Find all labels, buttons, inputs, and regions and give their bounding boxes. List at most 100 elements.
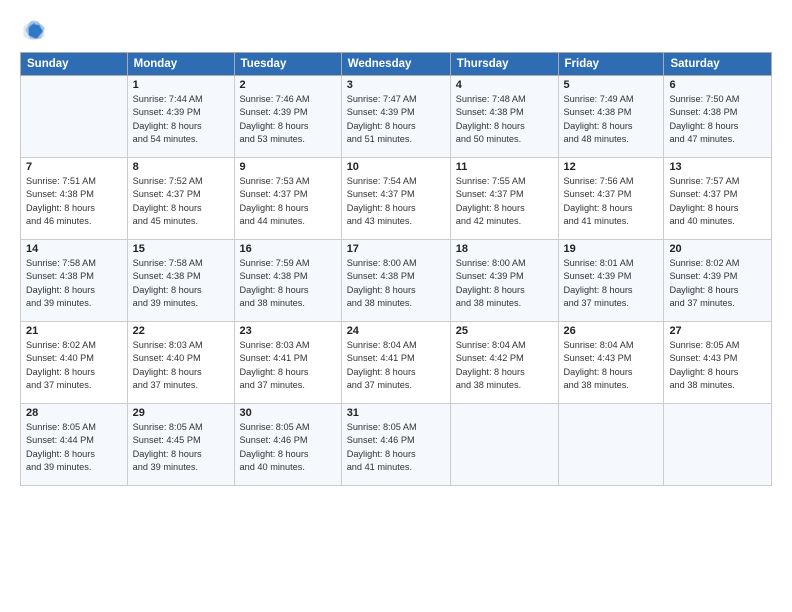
- sunset-text: Sunset: 4:37 PM: [240, 189, 308, 199]
- sunrise-text: Sunrise: 7:47 AM: [347, 94, 417, 104]
- sunrise-text: Sunrise: 7:51 AM: [26, 176, 96, 186]
- sunset-text: Sunset: 4:43 PM: [669, 353, 737, 363]
- daylight-text: Daylight: 8 hoursand 37 minutes.: [347, 367, 416, 390]
- sunset-text: Sunset: 4:37 PM: [133, 189, 201, 199]
- day-info: Sunrise: 8:05 AMSunset: 4:46 PMDaylight:…: [240, 421, 336, 474]
- week-row-3: 14Sunrise: 7:58 AMSunset: 4:38 PMDayligh…: [21, 240, 772, 322]
- weekday-header-friday: Friday: [558, 53, 664, 76]
- week-row-5: 28Sunrise: 8:05 AMSunset: 4:44 PMDayligh…: [21, 404, 772, 486]
- day-number: 2: [240, 79, 336, 91]
- day-number: 3: [347, 79, 445, 91]
- calendar-cell: 25 Sunrise: 8:04 AMSunset: 4:42 PMDayligh…: [450, 322, 558, 404]
- calendar-cell: 19Sunrise: 8:01 AMSunset: 4:39 PMDayligh…: [558, 240, 664, 322]
- sunset-text: Sunset: 4:37 PM: [564, 189, 632, 199]
- day-info: Sunrise: 7:59 AM Sunset: 4:38 PM Daylight:…: [240, 257, 336, 310]
- daylight-text: Daylight: 8 hoursand 37 minutes.: [669, 285, 738, 308]
- daylight-text: Daylight: 8 hoursand 40 minutes.: [669, 203, 738, 226]
- calendar-cell: 14Sunrise: 7:58 AMSunset: 4:38 PMDayligh…: [21, 240, 128, 322]
- sunset-text: Sunset: 4:40 PM: [26, 353, 94, 363]
- logo: [20, 16, 52, 44]
- sunrise-text: Sunrise: 8:05 AM: [240, 422, 310, 432]
- page: SundayMondayTuesdayWednesdayThursdayFrid…: [0, 0, 792, 612]
- sunrise-text: Sunrise: 7:58 AM: [133, 258, 203, 268]
- calendar-cell: [450, 404, 558, 486]
- daylight-text: Daylight: 8 hoursand 40 minutes.: [240, 449, 309, 472]
- day-number: 7: [26, 161, 122, 173]
- week-row-1: 1Sunrise: 7:44 AMSunset: 4:39 PMDaylight…: [21, 76, 772, 158]
- day-number: 30: [240, 407, 336, 419]
- sunset-text: Sunset: 4:38 PM: [240, 271, 308, 281]
- day-number: 22: [133, 325, 229, 337]
- calendar-cell: 23Sunrise: 8:03 AMSunset: 4:41 PMDayligh…: [234, 322, 341, 404]
- sunset-text: Sunset: 4:41 PM: [240, 353, 308, 363]
- day-number: 8: [133, 161, 229, 173]
- calendar-cell: 6Sunrise: 7:50 AMSunset: 4:38 PMDaylight…: [664, 76, 772, 158]
- daylight-text: Daylight: 8 hoursand 38 minutes.: [456, 285, 525, 308]
- sunset-text: Sunset: 4:45 PM: [133, 435, 201, 445]
- day-info: Sunrise: 7:48 AM Sunset: 4:38 PM Daylight:…: [456, 93, 553, 146]
- sunrise-text: Sunrise: 8:05 AM: [669, 340, 739, 350]
- daylight-text: Daylight: 8 hoursand 47 minutes.: [669, 121, 738, 144]
- sunrise-text: Sunrise: 8:05 AM: [133, 422, 203, 432]
- sunrise-text: Sunrise: 8:00 AM: [456, 258, 526, 268]
- daylight-text: Daylight: 8 hoursand 37 minutes.: [26, 367, 95, 390]
- day-number: 12: [564, 161, 659, 173]
- calendar-cell: 12Sunrise: 7:56 AMSunset: 4:37 PMDayligh…: [558, 158, 664, 240]
- calendar-cell: 15Sunrise: 7:58 AMSunset: 4:38 PMDayligh…: [127, 240, 234, 322]
- sunrise-text: Sunrise: 7:57 AM: [669, 176, 739, 186]
- day-number: 21: [26, 325, 122, 337]
- day-number: 1: [133, 79, 229, 91]
- sunrise-text: Sunrise: 7:55 AM: [456, 176, 526, 186]
- daylight-text: Daylight: 8 hoursand 45 minutes.: [133, 203, 202, 226]
- sunset-text: Sunset: 4:39 PM: [240, 107, 308, 117]
- daylight-text: Daylight: 8 hoursand 38 minutes.: [347, 285, 416, 308]
- weekday-header-monday: Monday: [127, 53, 234, 76]
- sunset-text: Sunset: 4:44 PM: [26, 435, 94, 445]
- sunset-text: Sunset: 4:38 PM: [456, 107, 524, 117]
- calendar-cell: 24Sunrise: 8:04 AMSunset: 4:41 PMDayligh…: [341, 322, 450, 404]
- week-row-2: 7Sunrise: 7:51 AMSunset: 4:38 PMDaylight…: [21, 158, 772, 240]
- day-info: Sunrise: 7:54 AMSunset: 4:37 PMDaylight:…: [347, 175, 445, 228]
- calendar-cell: 28Sunrise: 8:05 AMSunset: 4:44 PMDayligh…: [21, 404, 128, 486]
- sunset-text: Sunset: 4:39 PM: [133, 107, 201, 117]
- sunrise-text: Sunrise: 7:54 AM: [347, 176, 417, 186]
- daylight-text: Daylight: 8 hoursand 38 minutes.: [240, 285, 309, 308]
- daylight-text: Daylight: 8 hoursand 39 minutes.: [133, 285, 202, 308]
- sunset-text: Sunset: 4:41 PM: [347, 353, 415, 363]
- day-info: Sunrise: 8:02 AMSunset: 4:39 PMDaylight:…: [669, 257, 766, 310]
- day-info: Sunrise: 7:52 AMSunset: 4:37 PMDaylight:…: [133, 175, 229, 228]
- sunset-text: Sunset: 4:38 PM: [133, 271, 201, 281]
- daylight-text: Daylight: 8 hoursand 53 minutes.: [240, 121, 309, 144]
- day-info: Sunrise: 8:05 AMSunset: 4:45 PMDaylight:…: [133, 421, 229, 474]
- sunset-text: Sunset: 4:46 PM: [347, 435, 415, 445]
- day-info: Sunrise: 7:58 AM Sunset: 4:38 PM Daylight:…: [133, 257, 229, 310]
- day-number: 9: [240, 161, 336, 173]
- calendar-cell: 31Sunrise: 8:05 AMSunset: 4:46 PMDayligh…: [341, 404, 450, 486]
- day-info: Sunrise: 7:46 AMSunset: 4:39 PMDaylight:…: [240, 93, 336, 146]
- day-number: 27: [669, 325, 766, 337]
- day-info: Sunrise: 7:49 AMSunset: 4:38 PMDaylight:…: [564, 93, 659, 146]
- day-info: Sunrise: 8:03 AMSunset: 4:41 PMDaylight:…: [240, 339, 336, 392]
- daylight-text: Daylight: 8 hoursand 43 minutes.: [347, 203, 416, 226]
- day-info: Sunrise: 8:05 AMSunset: 4:46 PMDaylight:…: [347, 421, 445, 474]
- sunrise-text: Sunrise: 7:56 AM: [564, 176, 634, 186]
- day-number: 25: [456, 325, 553, 337]
- daylight-text: Daylight: 8 hoursand 42 minutes.: [456, 203, 525, 226]
- sunset-text: Sunset: 4:37 PM: [456, 189, 524, 199]
- sunrise-text: Sunrise: 8:02 AM: [26, 340, 96, 350]
- sunrise-text: Sunrise: 7:58 AM: [26, 258, 96, 268]
- daylight-text: Daylight: 8 hoursand 38 minutes.: [669, 367, 738, 390]
- calendar-cell: 18Sunrise: 8:00 AMSunset: 4:39 PMDayligh…: [450, 240, 558, 322]
- day-info: Sunrise: 8:04 AMSunset: 4:42 PMDaylight:…: [456, 339, 553, 392]
- day-info: Sunrise: 7:58 AMSunset: 4:38 PMDaylight:…: [26, 257, 122, 310]
- weekday-header-wednesday: Wednesday: [341, 53, 450, 76]
- daylight-text: Daylight: 8 hoursand 50 minutes.: [456, 121, 525, 144]
- calendar-cell: 1Sunrise: 7:44 AMSunset: 4:39 PMDaylight…: [127, 76, 234, 158]
- sunrise-text: Sunrise: 8:04 AM: [347, 340, 417, 350]
- sunrise-text: Sunrise: 8:03 AM: [133, 340, 203, 350]
- sunrise-text: Sunrise: 7:59 AM: [240, 258, 310, 268]
- daylight-text: Daylight: 8 hoursand 37 minutes.: [564, 285, 633, 308]
- day-number: 5: [564, 79, 659, 91]
- calendar-cell: 21 Sunrise: 8:02 AM Sunset: 4:40 PM Dayligh…: [21, 322, 128, 404]
- sunrise-text: Sunrise: 7:48 AM: [456, 94, 526, 104]
